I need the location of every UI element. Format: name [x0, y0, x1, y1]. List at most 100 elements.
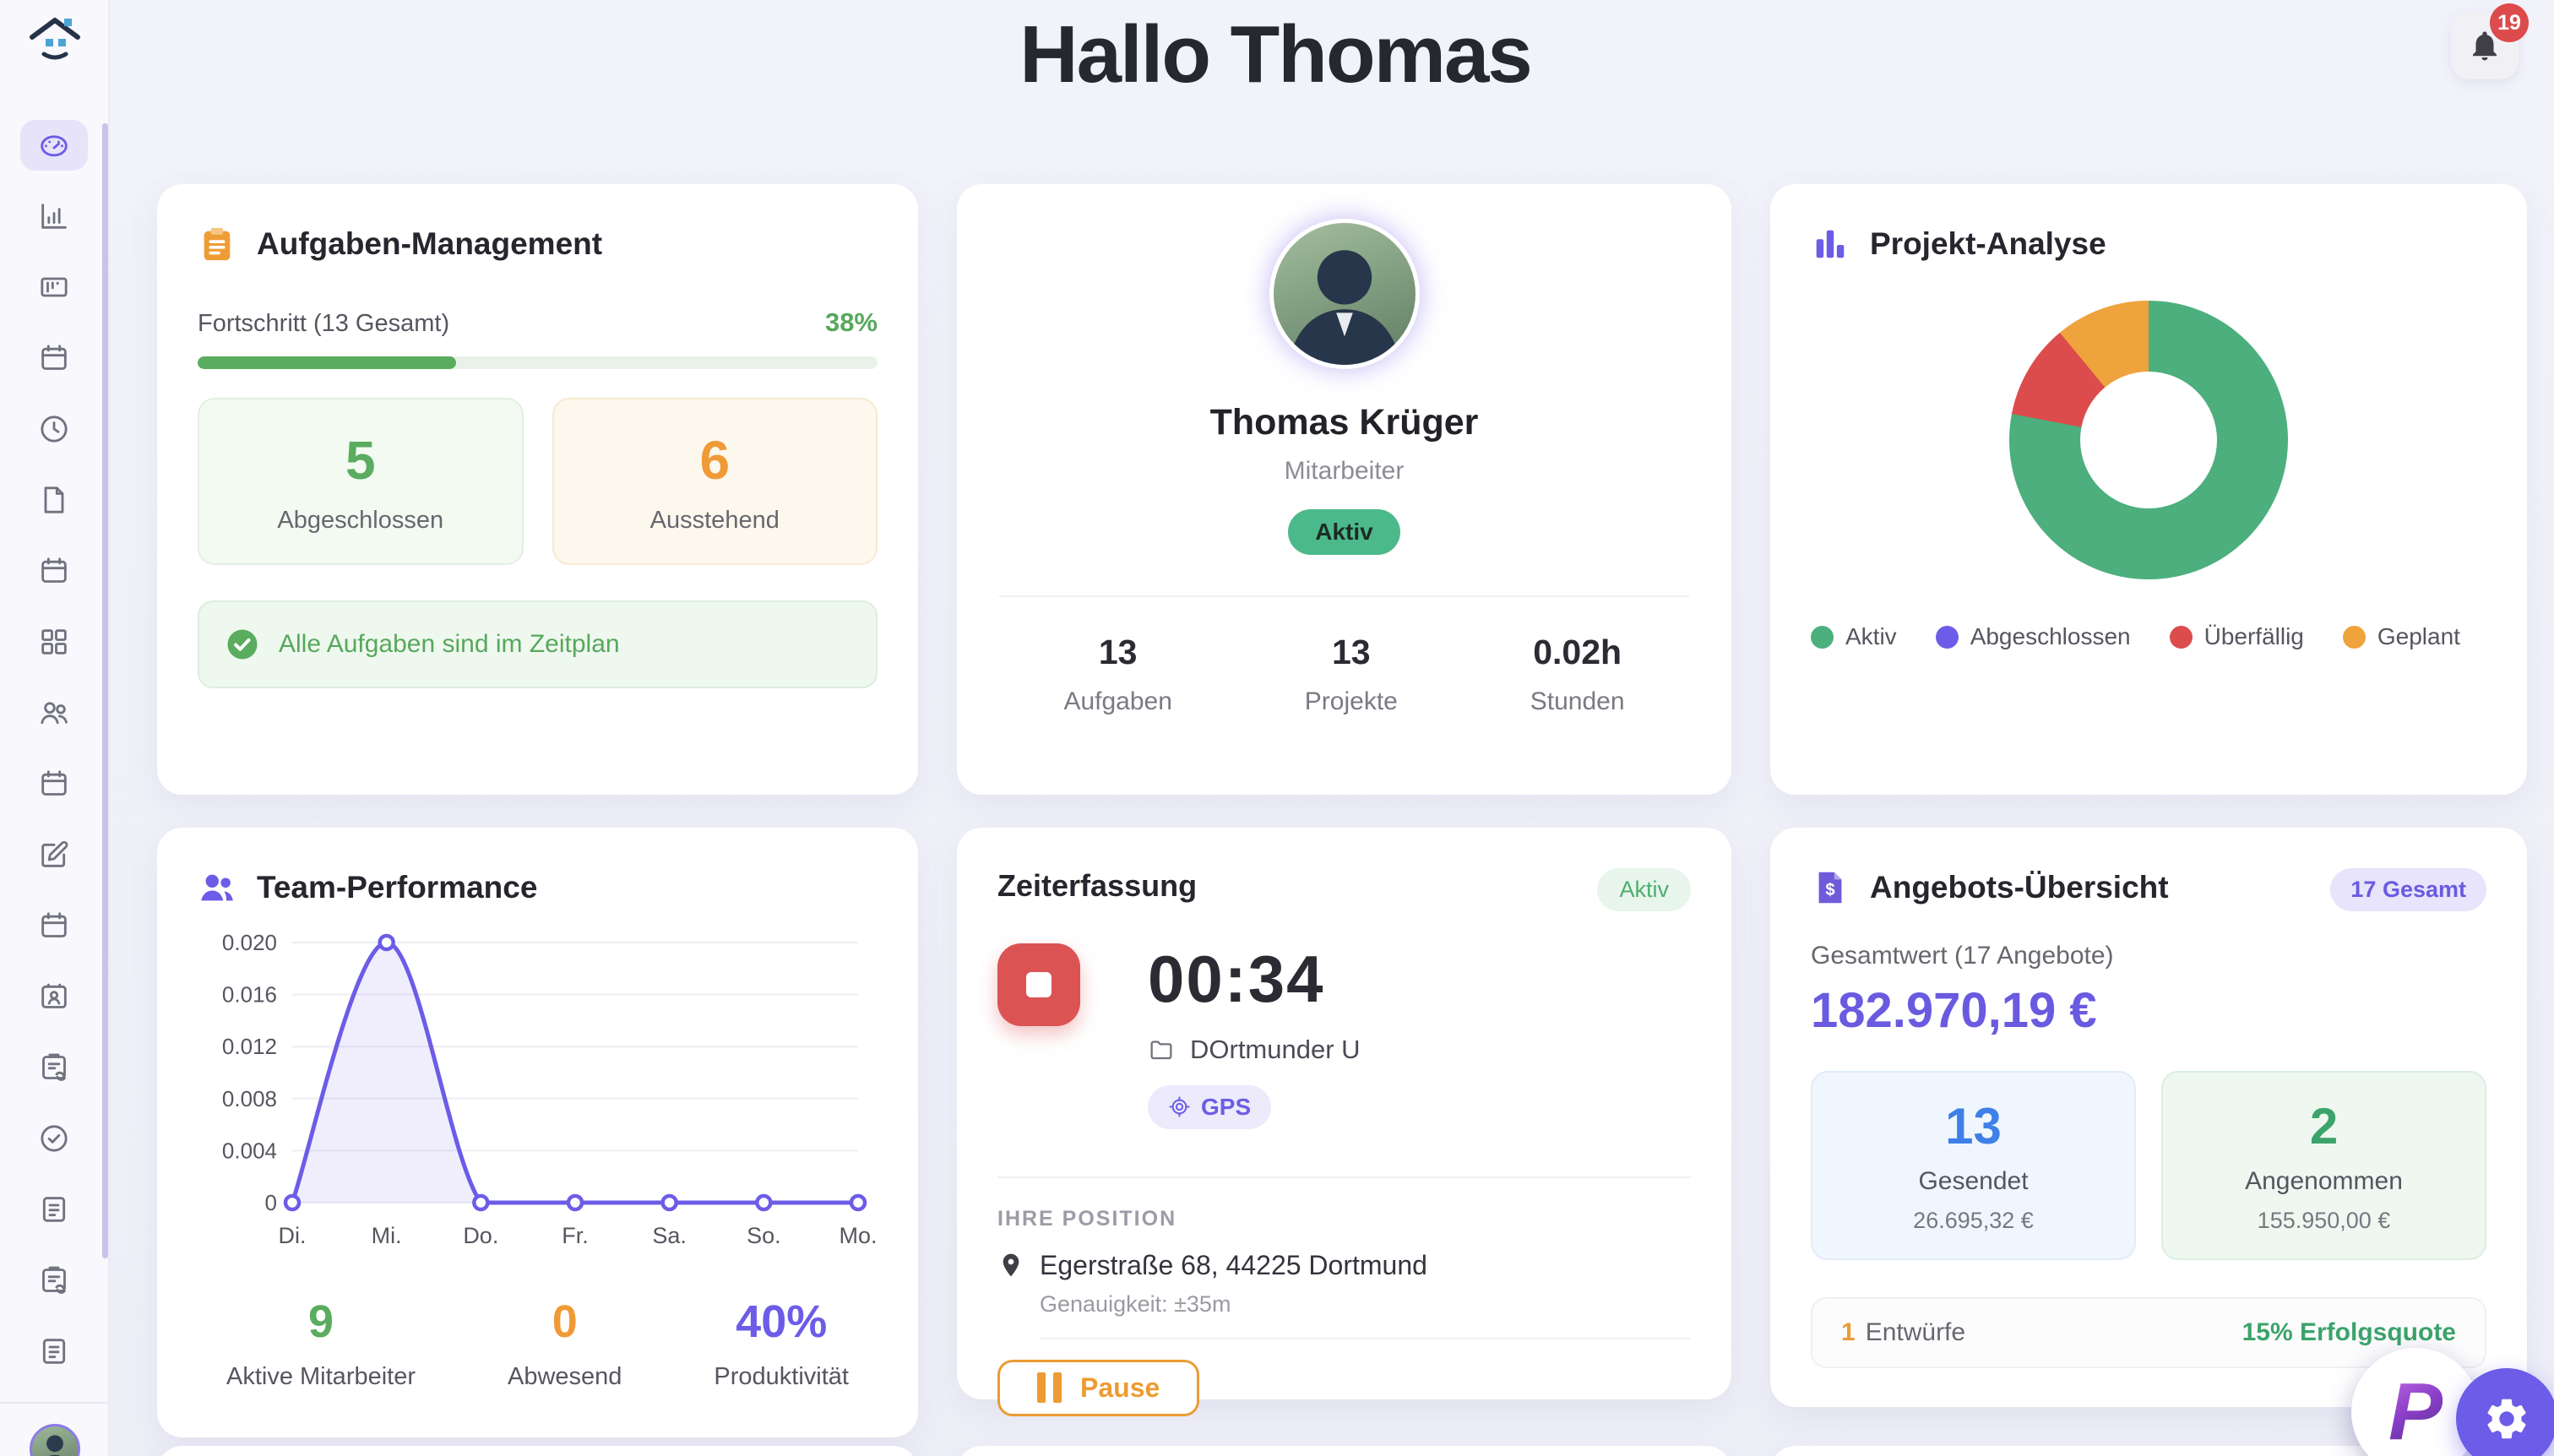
sidebar-item-clock-4[interactable]	[20, 404, 88, 454]
team-stat-abwesend: 0 Abwesend	[508, 1296, 622, 1391]
gps-badge[interactable]: GPS	[1148, 1085, 1271, 1129]
sidebar-avatar[interactable]	[30, 1424, 80, 1456]
svg-text:0.016: 0.016	[222, 982, 277, 1008]
app-logo-house-icon[interactable]	[27, 12, 83, 68]
calendar-icon	[37, 909, 71, 943]
svg-text:0.004: 0.004	[222, 1138, 277, 1163]
team-stat-value: 40%	[714, 1296, 849, 1348]
sidebar-item-file-text-17[interactable]	[20, 1326, 88, 1377]
team-stat-label: Abwesend	[508, 1363, 622, 1391]
sidebar-item-edit-10[interactable]	[20, 829, 88, 880]
dashboard-icon	[37, 128, 71, 162]
quotes-total-badge: 17 Gesamt	[2330, 868, 2486, 911]
notification-badge: 19	[2490, 3, 2529, 42]
folder-icon	[1148, 1036, 1175, 1063]
team-stat-produktivitaet: 40% Produktivität	[714, 1296, 849, 1391]
profile-status-badge: Aktiv	[1288, 509, 1399, 555]
clock-icon	[37, 412, 71, 446]
team-line-chart: 00.0040.0080.0120.0160.020Di.Mi.Do.Fr.Sa…	[198, 922, 878, 1270]
profile-stat-stunden: 0.02h Stunden	[1530, 633, 1625, 716]
donut-chart-wrap	[2009, 301, 2288, 579]
profile-stat-value: 0.02h	[1530, 633, 1625, 672]
card-angebots-uebersicht: $ Angebots-Übersicht 17 Gesamt Gesamtwer…	[1770, 828, 2527, 1407]
progress-fill	[198, 356, 456, 369]
sidebar-item-calendar-11[interactable]	[20, 900, 88, 951]
users-icon	[37, 696, 71, 730]
card-title: Team-Performance	[257, 870, 537, 905]
profile-stat-value: 13	[1305, 633, 1398, 672]
team-stat-value: 0	[508, 1296, 622, 1348]
notifications-button[interactable]: 19	[2451, 12, 2519, 79]
profile-stat-aufgaben: 13 Aufgaben	[1063, 633, 1171, 716]
bar-chart-icon	[37, 199, 71, 233]
sidebar-nav	[0, 120, 108, 1397]
quotes-total-value: 182.970,19 €	[1811, 982, 2486, 1039]
svg-text:$: $	[1825, 881, 1834, 899]
legend-item: Überfällig	[2170, 623, 2304, 650]
tasks-status-banner: Alle Aufgaben sind im Zeitplan	[198, 600, 878, 688]
progress-bar	[198, 356, 878, 369]
clipboard-sync-icon	[37, 1263, 71, 1297]
pause-button[interactable]: Pause	[997, 1360, 1199, 1416]
sidebar-item-calendar-3[interactable]	[20, 333, 88, 383]
team-stat-aktive: 9 Aktive Mitarbeiter	[226, 1296, 416, 1391]
card-team-performance: Team-Performance 00.0040.0080.0120.0160.…	[157, 828, 918, 1437]
donut-hole	[2080, 372, 2217, 508]
quotes-accepted-box: 2 Angenommen 155.950,00 €	[2161, 1071, 2486, 1260]
sidebar-item-id-badge-12[interactable]	[20, 971, 88, 1022]
sidebar-item-clipboard-sync-16[interactable]	[20, 1255, 88, 1306]
legend-item: Abgeschlossen	[1936, 623, 2131, 650]
svg-text:Di.: Di.	[279, 1223, 307, 1248]
sidebar-item-file-5[interactable]	[20, 475, 88, 525]
card-projekt-analyse: Projekt-Analyse AktivAbgeschlossenÜberfä…	[1770, 184, 2527, 795]
success-rate: 15% Erfolgsquote	[2242, 1318, 2456, 1347]
quotes-accepted-label: Angenommen	[2245, 1167, 2403, 1196]
profile-stat-label: Projekte	[1305, 687, 1398, 716]
calendar-icon	[37, 341, 71, 375]
calendar-icon	[37, 767, 71, 801]
svg-text:Mi.: Mi.	[372, 1223, 402, 1248]
card-title: Zeiterfassung	[997, 868, 1197, 904]
timer-value: 00:34	[1148, 943, 1361, 1016]
card-title: Angebots-Übersicht	[1870, 870, 2169, 905]
stop-button[interactable]	[997, 943, 1080, 1026]
gear-icon	[2482, 1394, 2531, 1443]
sidebar-item-clipboard-sync-13[interactable]	[20, 1042, 88, 1093]
stat-completed-label: Abgeschlossen	[277, 507, 443, 535]
divider	[999, 595, 1689, 597]
stat-completed: 5 Abgeschlossen	[198, 398, 524, 565]
quotes-sent-value: 13	[1945, 1097, 2002, 1155]
quotes-sent-box: 13 Gesendet 26.695,32 €	[1811, 1071, 2136, 1260]
sidebar-item-calendar-6[interactable]	[20, 546, 88, 596]
team-stat-value: 9	[226, 1296, 416, 1348]
card-zeiterfassung: Zeiterfassung Aktiv 00:34 DOrtmunder U G…	[957, 828, 1731, 1399]
team-icon	[198, 868, 236, 907]
sidebar-item-kanban-2[interactable]	[20, 262, 88, 312]
sidebar-item-grid-7[interactable]	[20, 617, 88, 667]
profile-stat-label: Stunden	[1530, 687, 1625, 716]
donut-legend: AktivAbgeschlossenÜberfälligGeplant	[1811, 623, 2486, 650]
gps-target-icon	[1168, 1095, 1191, 1118]
sidebar-item-file-text-15[interactable]	[20, 1184, 88, 1235]
sidebar-item-bar-chart-1[interactable]	[20, 191, 88, 242]
time-status-badge: Aktiv	[1597, 868, 1691, 911]
quotes-accepted-value: 2	[2310, 1097, 2338, 1155]
sidebar-item-users-8[interactable]	[20, 687, 88, 738]
legend-item: Aktiv	[1811, 623, 1897, 650]
sidebar-scrollbar[interactable]	[102, 123, 108, 1258]
profile-name: Thomas Krüger	[1210, 402, 1479, 443]
team-stat-label: Aktive Mitarbeiter	[226, 1363, 416, 1391]
card-profile: Thomas Krüger Mitarbeiter Aktiv 13 Aufga…	[957, 184, 1731, 795]
sidebar-item-check-circle-14[interactable]	[20, 1113, 88, 1164]
sidebar	[0, 0, 110, 1456]
svg-text:Sa.: Sa.	[652, 1223, 687, 1248]
svg-text:0.012: 0.012	[222, 1034, 277, 1059]
sidebar-item-dashboard-0[interactable]	[20, 120, 88, 171]
sidebar-item-calendar-9[interactable]	[20, 758, 88, 809]
clipboard-sync-icon	[37, 1051, 71, 1084]
svg-text:So.: So.	[747, 1223, 781, 1248]
sidebar-divider	[0, 1402, 108, 1404]
team-stat-label: Produktivität	[714, 1363, 849, 1391]
clipboard-icon	[198, 225, 236, 263]
bar-chart-icon	[1811, 225, 1850, 263]
